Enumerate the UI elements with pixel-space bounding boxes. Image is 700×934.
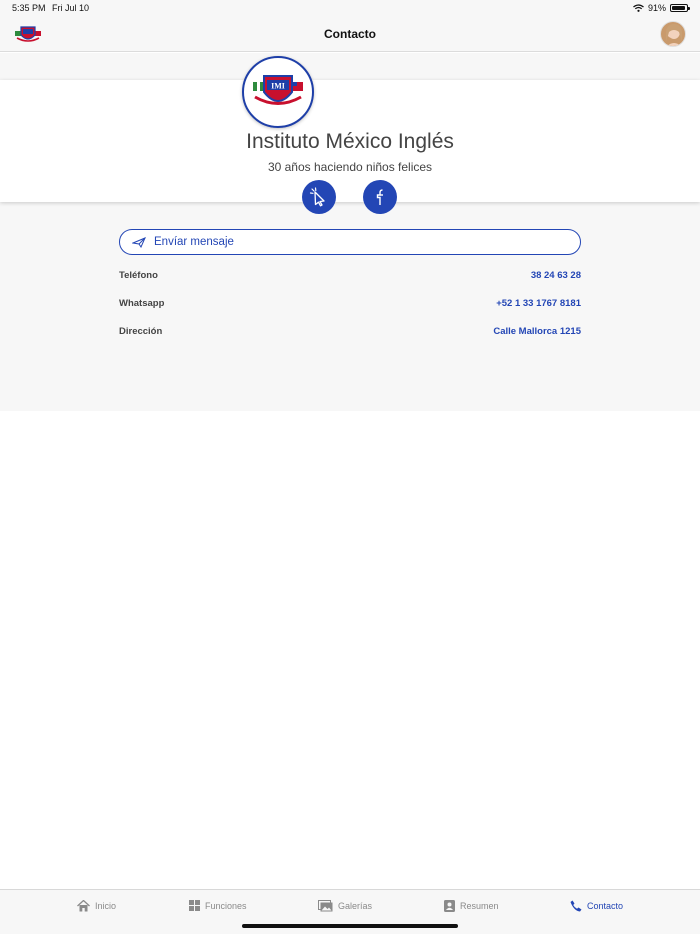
status-bar: 5:35 PM Fri Jul 10 91% xyxy=(0,0,700,18)
svg-text:IMI: IMI xyxy=(271,82,285,91)
home-icon xyxy=(77,900,90,912)
send-message-button[interactable]: Envíar mensaje xyxy=(119,229,581,255)
battery-icon xyxy=(670,4,690,12)
avatar-photo-icon xyxy=(666,24,682,46)
school-crest-icon: IMI xyxy=(253,75,303,105)
page-title: Contacto xyxy=(324,27,376,41)
battery-percent: 91% xyxy=(647,3,666,13)
profile-card-icon xyxy=(444,900,455,912)
gallery-icon xyxy=(318,900,333,912)
status-time: 5:35 PM xyxy=(12,3,46,13)
facebook-button[interactable] xyxy=(363,180,397,214)
tab-label: Contacto xyxy=(587,901,624,911)
tab-label: Resumen xyxy=(460,901,499,911)
main-content: IMI Instituto México Inglés 30 años haci… xyxy=(0,53,700,411)
phone-icon xyxy=(570,900,582,912)
grid-icon xyxy=(189,900,200,911)
contact-row-whatsapp: Whatsapp +52 1 33 1767 8181 xyxy=(119,298,581,314)
tab-contacto[interactable]: Contacto xyxy=(570,900,623,912)
paper-plane-icon xyxy=(132,236,146,248)
tab-label: Funciones xyxy=(205,900,247,911)
address-link[interactable]: Calle Mallorca 1215 xyxy=(493,326,581,337)
nav-bar: Contacto xyxy=(0,18,700,52)
tab-label: Inicio xyxy=(95,901,117,911)
home-indicator xyxy=(242,924,458,928)
pointer-click-icon xyxy=(309,187,325,207)
contact-row-address: Dirección Calle Mallorca 1215 xyxy=(119,326,581,342)
wifi-icon xyxy=(633,4,644,12)
contact-label: Dirección xyxy=(119,326,163,337)
school-tagline: 30 años haciendo niños felices xyxy=(267,160,433,174)
send-message-label: Envíar mensaje xyxy=(154,236,234,248)
facebook-icon xyxy=(376,189,383,205)
school-name: Instituto México Inglés xyxy=(246,130,454,153)
user-avatar[interactable] xyxy=(660,21,686,47)
school-logo: IMI xyxy=(242,56,314,128)
tab-galerias[interactable]: Galerías xyxy=(318,900,372,912)
status-date: Fri Jul 10 xyxy=(52,3,90,13)
tab-resumen[interactable]: Resumen xyxy=(444,900,499,912)
status-indicators: 91% xyxy=(633,3,690,13)
tab-label: Galerías xyxy=(338,901,373,911)
whatsapp-link[interactable]: +52 1 33 1767 8181 xyxy=(496,298,581,309)
tab-inicio[interactable]: Inicio xyxy=(77,900,116,912)
tab-funciones[interactable]: Funciones xyxy=(189,900,247,911)
contact-row-phone: Teléfono 38 24 63 28 xyxy=(119,270,581,286)
website-button[interactable] xyxy=(302,180,336,214)
phone-link[interactable]: 38 24 63 28 xyxy=(531,270,581,281)
contact-label: Teléfono xyxy=(119,270,158,281)
contact-label: Whatsapp xyxy=(119,298,165,309)
